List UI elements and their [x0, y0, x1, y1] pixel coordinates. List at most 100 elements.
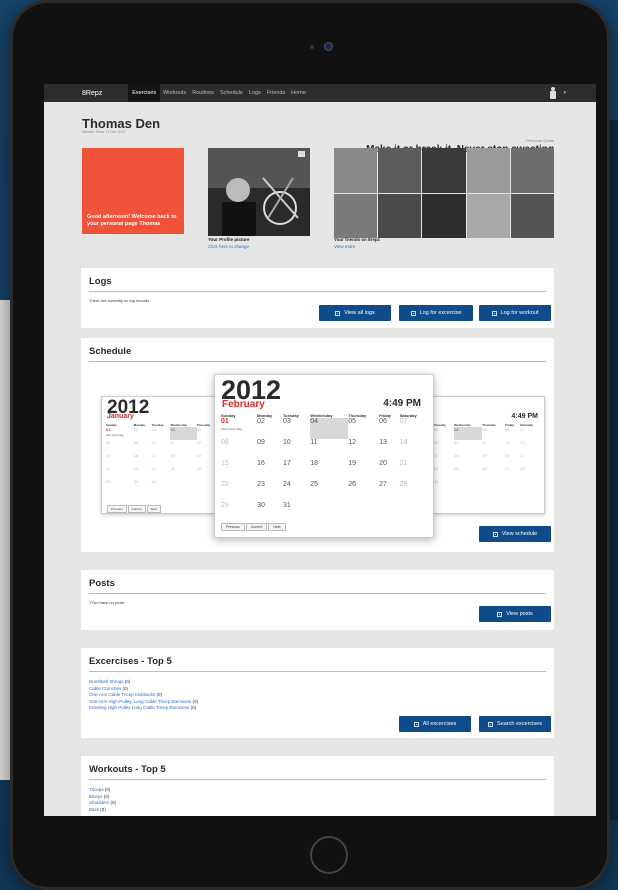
day-cell[interactable]: 18: [170, 453, 196, 466]
nav-workouts[interactable]: Workouts: [160, 84, 189, 102]
day-cell[interactable]: 30: [134, 479, 152, 492]
day-cell[interactable]: 20: [379, 460, 400, 481]
friend-avatar[interactable]: [378, 193, 422, 238]
day-cell[interactable]: 25: [170, 466, 196, 479]
day-cell[interactable]: [520, 479, 542, 492]
current-button[interactable]: Current: [127, 505, 146, 513]
day-cell[interactable]: [454, 479, 482, 492]
day-cell[interactable]: 23: [134, 466, 152, 479]
view-posts-button[interactable]: View posts: [479, 606, 551, 622]
day-cell[interactable]: 10: [434, 440, 454, 453]
brand-logo[interactable]: 8Repz: [82, 90, 102, 97]
day-cell[interactable]: [310, 502, 348, 523]
all-exercises-button[interactable]: All excercises: [399, 716, 471, 732]
user-menu-icon[interactable]: [548, 87, 558, 99]
day-cell[interactable]: 19: [348, 460, 379, 481]
day-cell[interactable]: 09: [134, 440, 152, 453]
current-button[interactable]: Current: [245, 523, 268, 531]
day-cell[interactable]: 31: [434, 479, 454, 492]
day-cell[interactable]: 05: [482, 427, 505, 440]
day-cell[interactable]: 11: [310, 439, 348, 460]
day-cell[interactable]: 29: [106, 479, 134, 492]
day-cell[interactable]: 28: [400, 481, 429, 502]
day-cell[interactable]: [482, 479, 505, 492]
day-cell[interactable]: [170, 479, 196, 492]
friend-avatar[interactable]: [334, 148, 378, 193]
day-cell[interactable]: 23: [257, 481, 283, 502]
day-cell[interactable]: 04: [454, 427, 483, 440]
day-cell[interactable]: 21: [520, 453, 542, 466]
day-cell[interactable]: 17: [434, 453, 454, 466]
day-cell[interactable]: 12: [482, 440, 505, 453]
day-cell[interactable]: 15: [106, 453, 134, 466]
day-cell[interactable]: [348, 502, 379, 523]
log-exercise-button[interactable]: Log for excercise: [399, 305, 473, 321]
day-cell[interactable]: 31: [283, 502, 310, 523]
day-cell[interactable]: 16: [257, 460, 283, 481]
day-cell[interactable]: 17: [283, 460, 310, 481]
day-cell[interactable]: 01 New Year's Day: [221, 418, 257, 439]
day-cell[interactable]: 13: [505, 440, 520, 453]
day-cell[interactable]: 24: [283, 481, 310, 502]
day-cell[interactable]: 13: [379, 439, 400, 460]
day-cell[interactable]: 06: [505, 427, 520, 440]
chevron-down-icon[interactable]: ▾: [563, 90, 566, 96]
day-cell[interactable]: [379, 502, 400, 523]
day-cell[interactable]: 20: [505, 453, 520, 466]
day-cell[interactable]: 27: [505, 466, 520, 479]
previous-button[interactable]: Previous: [107, 505, 127, 513]
day-cell[interactable]: 10: [283, 439, 310, 460]
nav-logs[interactable]: Logs: [246, 84, 264, 102]
day-cell[interactable]: 09: [257, 439, 283, 460]
day-cell[interactable]: 03: [434, 427, 454, 440]
day-cell[interactable]: 31: [152, 479, 171, 492]
day-cell[interactable]: 02: [134, 427, 152, 440]
day-cell[interactable]: 07: [400, 418, 429, 439]
log-workout-button[interactable]: Log for workout: [479, 305, 551, 321]
change-picture-link[interactable]: Click here to change: [208, 244, 249, 249]
day-cell[interactable]: 01 New Year's Day: [106, 427, 134, 440]
day-cell[interactable]: 08: [221, 439, 257, 460]
day-cell[interactable]: 12: [348, 439, 379, 460]
day-cell[interactable]: 04: [310, 418, 349, 439]
day-cell[interactable]: 30: [257, 502, 283, 523]
day-cell[interactable]: 03: [283, 418, 310, 439]
friend-avatar[interactable]: [422, 193, 466, 238]
friend-avatar[interactable]: [378, 148, 422, 193]
day-cell[interactable]: 25: [310, 481, 348, 502]
day-cell[interactable]: 18: [454, 453, 482, 466]
friend-avatar[interactable]: [510, 193, 554, 238]
list-item[interactable]: Back (0): [89, 807, 116, 814]
home-button[interactable]: [310, 836, 348, 874]
nav-home[interactable]: Home: [288, 84, 309, 102]
day-cell[interactable]: 26: [348, 481, 379, 502]
friend-avatar[interactable]: [466, 148, 510, 193]
day-cell[interactable]: 27: [379, 481, 400, 502]
day-cell[interactable]: 06: [379, 418, 400, 439]
nav-friends[interactable]: Friends: [264, 84, 288, 102]
friend-avatar[interactable]: [422, 148, 466, 193]
nav-exercises[interactable]: Exercises: [128, 84, 161, 102]
nav-schedule[interactable]: Schedule: [217, 84, 246, 102]
day-cell[interactable]: 14: [400, 439, 429, 460]
day-cell[interactable]: 25: [454, 466, 482, 479]
day-cell[interactable]: 11: [454, 440, 482, 453]
day-cell[interactable]: 17: [152, 453, 171, 466]
day-cell[interactable]: 24: [152, 466, 171, 479]
search-exercises-button[interactable]: Search excercises: [479, 716, 551, 732]
day-cell[interactable]: 14: [520, 440, 542, 453]
day-cell[interactable]: 15: [221, 460, 257, 481]
day-cell[interactable]: 03: [152, 427, 171, 440]
day-cell[interactable]: 21: [400, 460, 429, 481]
view-schedule-button[interactable]: View schedule: [479, 526, 551, 542]
friend-avatar[interactable]: [334, 193, 378, 238]
previous-button[interactable]: Previous: [221, 523, 245, 531]
view-more-friends-link[interactable]: View more: [334, 244, 355, 249]
day-cell[interactable]: 10: [152, 440, 171, 453]
day-cell[interactable]: 16: [134, 453, 152, 466]
profile-picture[interactable]: [208, 148, 310, 236]
next-button[interactable]: Next: [146, 505, 161, 513]
day-cell[interactable]: 08: [106, 440, 134, 453]
day-cell[interactable]: 05: [348, 418, 379, 439]
day-cell[interactable]: 18: [310, 460, 348, 481]
